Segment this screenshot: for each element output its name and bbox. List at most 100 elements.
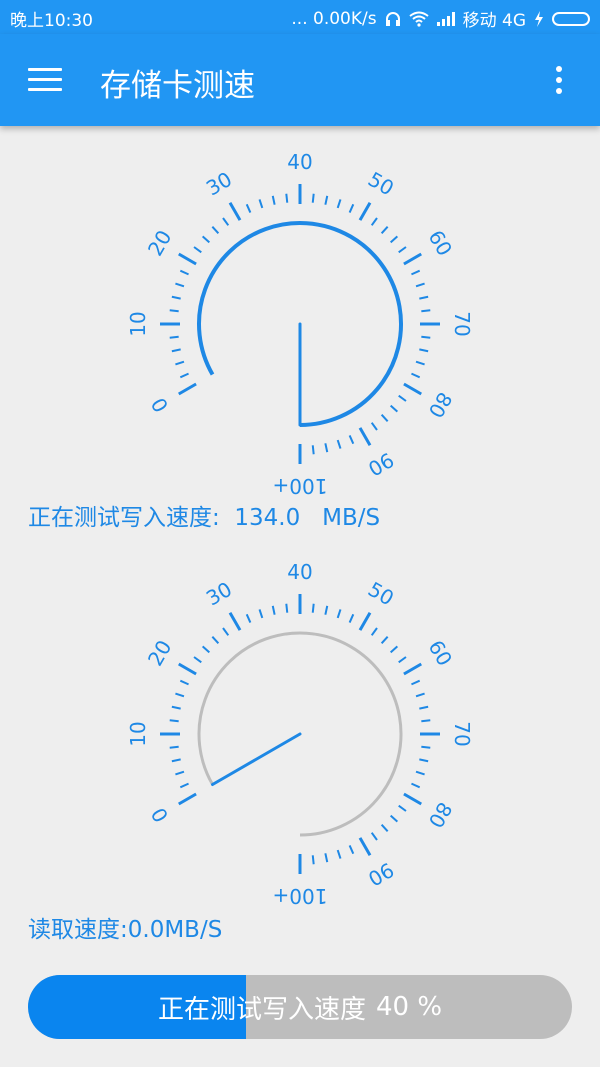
minor-tick xyxy=(324,195,329,205)
status-bar: 晚上10:30 ... 0.00K/s 移动 4G xyxy=(0,0,600,34)
minor-tick xyxy=(179,372,189,379)
major-tick xyxy=(178,382,197,396)
major-tick xyxy=(358,202,372,221)
status-icons: ... 0.00K/s 移动 4G xyxy=(291,6,590,31)
gauge-scale-label: 10 xyxy=(126,311,150,336)
minor-tick xyxy=(398,804,407,812)
major-tick xyxy=(358,427,372,446)
gauge-scale-label: 20 xyxy=(143,636,177,670)
minor-tick xyxy=(311,445,315,455)
minor-tick xyxy=(175,282,185,288)
minor-tick xyxy=(171,758,181,763)
write-speed-readout: 正在测试写入速度: 134.0 MB/S xyxy=(28,498,380,532)
minor-tick xyxy=(415,692,425,698)
minor-tick xyxy=(419,348,429,353)
minor-tick xyxy=(171,295,181,300)
wifi-icon xyxy=(408,11,429,27)
minor-tick xyxy=(175,360,185,366)
major-tick xyxy=(403,382,422,396)
minor-tick xyxy=(169,309,179,313)
gauge-scale-label: 30 xyxy=(202,167,236,201)
minor-tick xyxy=(421,745,431,749)
major-tick xyxy=(178,662,197,676)
write-speed-unit: MB/S xyxy=(322,505,381,531)
major-tick xyxy=(178,792,197,806)
minor-tick xyxy=(415,360,425,366)
minor-tick xyxy=(193,246,202,254)
minor-tick xyxy=(245,613,252,623)
minor-tick xyxy=(222,217,230,226)
minor-tick xyxy=(336,199,342,209)
minor-tick xyxy=(311,603,315,613)
minor-tick xyxy=(380,225,389,235)
progress-percent: 40 % xyxy=(375,992,443,1022)
read-speed-readout: 读取速度:0.0MB/S xyxy=(28,917,223,943)
minor-tick xyxy=(348,845,355,855)
minor-tick xyxy=(380,635,389,645)
minor-tick xyxy=(171,348,181,353)
minor-tick xyxy=(169,719,179,723)
battery-icon xyxy=(552,11,590,26)
headset-icon xyxy=(385,11,400,26)
hamburger-menu-icon[interactable] xyxy=(28,68,62,92)
minor-tick xyxy=(421,309,431,313)
minor-tick xyxy=(398,394,407,402)
net-speed: ... 0.00K/s xyxy=(291,8,377,29)
minor-tick xyxy=(419,295,429,300)
more-vert-icon[interactable] xyxy=(554,66,564,98)
gauge-scale-label: 100+ xyxy=(273,474,328,498)
minor-tick xyxy=(175,770,185,776)
gauge-scale-label: 70 xyxy=(450,311,474,336)
minor-tick xyxy=(285,193,289,203)
major-tick xyxy=(403,662,422,676)
minor-tick xyxy=(380,413,389,423)
status-time: 晚上10:30 xyxy=(10,11,93,31)
gauge-scale-label: 0 xyxy=(146,393,173,416)
minor-tick xyxy=(222,627,230,636)
minor-tick xyxy=(258,609,264,619)
minor-tick xyxy=(179,782,189,789)
major-tick xyxy=(403,792,422,806)
major-tick xyxy=(178,252,197,266)
gauge-scale-label: 40 xyxy=(287,560,312,584)
gauge-scale-label: 0 xyxy=(146,803,173,826)
minor-tick xyxy=(336,849,342,859)
minor-tick xyxy=(370,217,378,226)
gauge-scale-label: 10 xyxy=(126,721,150,746)
minor-tick xyxy=(324,605,329,615)
minor-tick xyxy=(179,679,189,686)
minor-tick xyxy=(324,853,329,863)
minor-tick xyxy=(169,745,179,749)
write-speed-gauge: 0 10 20 30 40 50 60 70 80 90 100+ xyxy=(126,150,474,498)
minor-tick xyxy=(370,627,378,636)
progress-label: 正在测试写入速度 40 % xyxy=(28,975,572,1039)
major-tick xyxy=(358,837,372,856)
minor-tick xyxy=(348,435,355,445)
signal-icon xyxy=(436,11,455,26)
gauge-scale-label: 50 xyxy=(364,167,398,201)
minor-tick xyxy=(411,782,421,789)
minor-tick xyxy=(245,203,252,213)
minor-tick xyxy=(336,439,342,449)
minor-tick xyxy=(348,613,355,623)
minor-tick xyxy=(271,605,276,615)
page-title: 存储卡测速 xyxy=(100,68,255,104)
write-speed-label: 正在测试写入速度: xyxy=(28,505,220,531)
charging-icon xyxy=(535,10,543,27)
minor-tick xyxy=(389,235,399,244)
read-speed-gauge: 0 10 20 30 40 50 60 70 80 90 100+ xyxy=(126,560,474,908)
minor-tick xyxy=(419,705,429,710)
minor-tick xyxy=(389,404,399,413)
gauge-scale-label: 90 xyxy=(364,448,398,482)
minor-tick xyxy=(370,832,378,841)
minor-tick xyxy=(171,705,181,710)
minor-tick xyxy=(311,855,315,865)
gauge-scale-label: 100+ xyxy=(273,884,328,908)
gauge-needle xyxy=(211,732,302,786)
minor-tick xyxy=(398,246,407,254)
major-tick xyxy=(228,202,242,221)
gauge-scale-label: 50 xyxy=(364,577,398,611)
minor-tick xyxy=(415,770,425,776)
gauge-scale-label: 80 xyxy=(424,798,458,832)
minor-tick xyxy=(179,269,189,276)
